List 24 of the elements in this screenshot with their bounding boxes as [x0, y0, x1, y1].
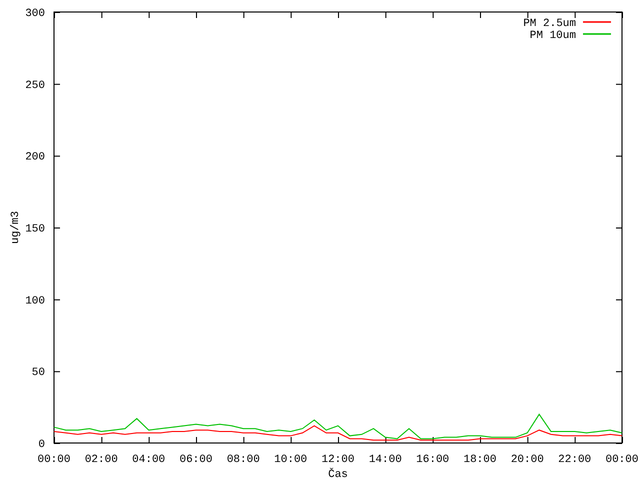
legend-label: PM 10um [530, 30, 576, 42]
x-tick-label: 22:00 [558, 454, 592, 466]
x-tick-label: 00:00 [606, 454, 638, 466]
y-axis-title: ug/m3 [10, 211, 22, 244]
y-tick-label: 300 [25, 8, 45, 20]
x-tick-label: 04:00 [132, 454, 166, 466]
x-tick-label: 16:00 [416, 454, 450, 466]
y-tick-label: 0 [38, 439, 45, 451]
x-tick-label: 12:00 [322, 454, 354, 466]
y-tick-label: 100 [25, 295, 45, 308]
x-tick-label: 02:00 [84, 454, 118, 466]
legend-label: PM 2.5um [523, 18, 576, 30]
y-tick-label: 200 [25, 152, 45, 164]
x-axis-title: Čas [328, 469, 348, 480]
y-tick-label: 250 [25, 80, 45, 92]
y-tick-label: 150 [25, 224, 45, 236]
x-tick-label: 18:00 [464, 454, 496, 466]
y-tick-label: 50 [32, 367, 45, 380]
x-tick-label: 06:00 [180, 454, 212, 466]
x-tick-label: 20:00 [510, 454, 544, 466]
x-tick-label: 08:00 [226, 454, 260, 466]
x-tick-label: 10:00 [274, 454, 308, 466]
x-tick-label: 00:00 [38, 454, 70, 466]
x-tick-label: 14:00 [368, 454, 402, 466]
